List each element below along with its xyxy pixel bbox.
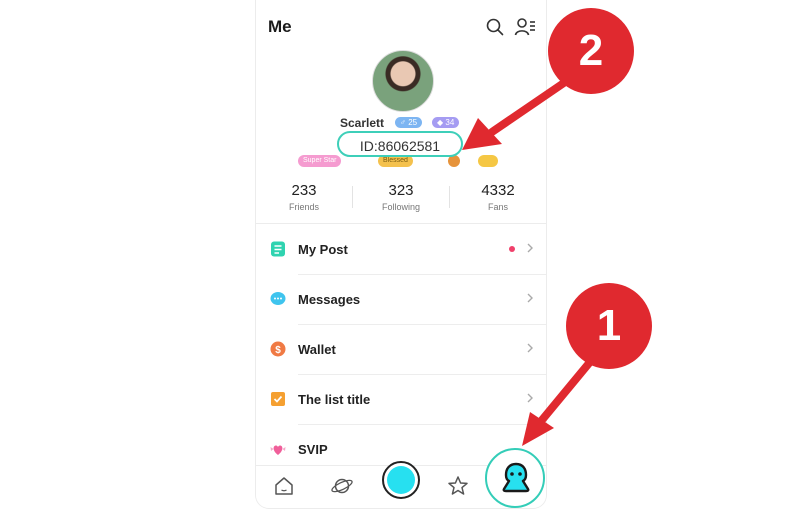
annotation-arrows (462, 72, 594, 446)
arrow-1 (538, 358, 594, 424)
step-1-marker: 1 (566, 283, 652, 369)
arrow-2 (488, 72, 578, 136)
step-2-marker: 2 (548, 8, 634, 94)
